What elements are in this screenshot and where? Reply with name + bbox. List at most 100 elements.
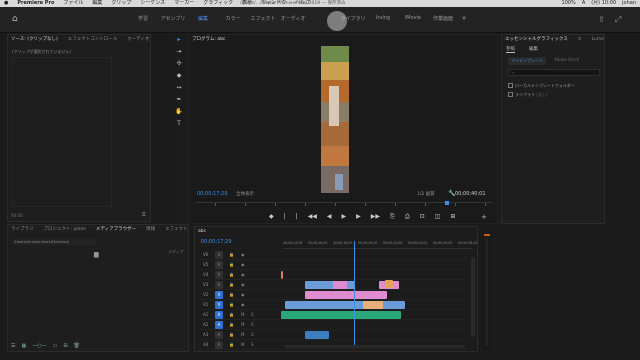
new-item-icon[interactable]: ⊞ xyxy=(63,343,67,349)
media-path-field[interactable]: /Users/shutterstock/Desktop/ xyxy=(12,239,96,245)
track-v4[interactable]: V4 V 🔒 ◉ xyxy=(199,271,467,280)
solo-icon[interactable]: S xyxy=(251,322,254,327)
playback-quality-select[interactable]: 1/2 画質 xyxy=(417,191,435,197)
clip[interactable] xyxy=(281,271,283,279)
local-templates-row[interactable]: ローカルテンプレートフォルダー xyxy=(508,83,575,89)
libraries-checkbox[interactable] xyxy=(508,92,513,97)
timeline-horizontal-scrollbar[interactable] xyxy=(285,345,465,348)
eye-icon[interactable]: ◉ xyxy=(241,252,245,257)
track-target[interactable]: A xyxy=(215,331,223,339)
menu-sequence[interactable]: シーケンス xyxy=(140,0,165,7)
track-a2[interactable]: A2 A 🔒 M S xyxy=(199,321,467,330)
tab-effects[interactable]: エフェクト xyxy=(165,225,188,235)
clip[interactable] xyxy=(285,301,405,309)
tab-essential-graphics[interactable]: エッセンシャルグラフィックス xyxy=(505,35,568,45)
lock-icon[interactable]: 🔒 xyxy=(229,332,234,337)
icon-view-icon[interactable]: ▦ xyxy=(21,343,26,349)
libraries-row[interactable]: ライブラリ (なし) xyxy=(508,92,547,98)
folder-icon[interactable]: ▆ xyxy=(94,251,99,258)
lock-icon[interactable]: 🔒 xyxy=(229,292,234,297)
timeline-vertical-scrollbar[interactable] xyxy=(471,257,475,337)
track-target[interactable]: V xyxy=(215,261,223,269)
go-to-out-icon[interactable]: ▶▶ xyxy=(371,213,380,221)
track-target[interactable]: V xyxy=(215,281,223,289)
razor-tool-icon[interactable]: ◆ xyxy=(172,70,186,82)
zoom-fit-select[interactable]: 全体表示 xyxy=(236,191,254,197)
tab-project[interactable]: プロジェクト: johan xyxy=(44,225,86,235)
menu-file[interactable]: ファイル xyxy=(63,0,83,7)
step-forward-icon[interactable]: ▶ xyxy=(356,213,361,221)
lift-icon[interactable]: ⎘ xyxy=(390,213,395,221)
solo-icon[interactable]: S xyxy=(251,342,254,347)
add-marker-icon[interactable]: ◆ xyxy=(269,213,274,221)
clip[interactable] xyxy=(305,331,329,339)
tab-program[interactable]: プログラム: abc xyxy=(192,35,225,45)
track-target[interactable]: A xyxy=(215,311,223,319)
tab-audio-mixer[interactable]: オーディオクリップミキサー: johan xyxy=(127,35,150,45)
new-bin-icon[interactable]: ▭ xyxy=(53,343,58,349)
pen-tool-icon[interactable]: ✒ xyxy=(172,94,186,106)
user-name[interactable]: johan xyxy=(622,0,636,7)
app-menu[interactable]: Premiere Pro xyxy=(17,0,54,7)
ripple-edit-tool-icon[interactable]: ✣ xyxy=(172,58,186,70)
panel-menu-icon[interactable]: ≡ xyxy=(578,35,582,45)
select-tool-icon[interactable]: ▸ xyxy=(172,34,186,46)
local-templates-checkbox[interactable] xyxy=(508,83,513,88)
mute-icon[interactable]: M xyxy=(241,322,244,327)
track-v6[interactable]: V6 V 🔒 ◉ xyxy=(199,251,467,260)
go-to-in-icon[interactable]: ◀◀ xyxy=(308,213,317,221)
input-status[interactable]: A xyxy=(582,0,585,7)
lock-icon[interactable]: 🔒 xyxy=(229,252,234,257)
hand-tool-icon[interactable]: ✋ xyxy=(172,106,186,118)
tab-libraries[interactable]: ライブラリ xyxy=(11,225,34,235)
workspace-tab-color[interactable]: カラー xyxy=(218,15,248,22)
workspace-tab-effects[interactable]: エフェクト xyxy=(248,15,278,22)
my-templates-button[interactable]: マイテンプレート xyxy=(508,57,546,65)
program-playhead[interactable] xyxy=(445,201,449,205)
libraries-value[interactable]: (なし) xyxy=(536,92,547,97)
home-icon[interactable]: ⌂ xyxy=(12,15,22,24)
menu-edit[interactable]: 編集 xyxy=(92,0,102,7)
workspace-tab-learn[interactable]: 学習 xyxy=(128,15,158,22)
clip[interactable] xyxy=(333,281,347,289)
mute-icon[interactable]: M xyxy=(241,312,244,317)
clip[interactable] xyxy=(363,301,383,309)
adobe-stock-button[interactable]: Adobe Stock xyxy=(554,57,579,62)
slip-tool-icon[interactable]: ↔ xyxy=(172,82,186,94)
apple-icon[interactable]: ● xyxy=(4,0,8,7)
lock-icon[interactable]: 🔒 xyxy=(229,342,234,347)
more-workspaces-icon[interactable]: » xyxy=(462,14,466,22)
workspace-tab-custom[interactable]: 作業画面 xyxy=(428,15,458,22)
eye-icon[interactable]: ◉ xyxy=(241,272,245,277)
tab-effect-controls[interactable]: エフェクトコントロール xyxy=(68,35,118,45)
timeline-playhead[interactable] xyxy=(354,241,355,347)
track-target[interactable]: V xyxy=(215,301,223,309)
workspace-tab-assembly[interactable]: アセンブリ xyxy=(158,15,188,22)
clip[interactable] xyxy=(281,311,401,319)
track-target[interactable]: V xyxy=(215,251,223,259)
mute-icon[interactable]: M xyxy=(241,332,244,337)
tab-info[interactable]: 情報 xyxy=(146,225,155,235)
export-frame-icon[interactable]: ⊡ xyxy=(420,213,425,221)
clip[interactable] xyxy=(305,291,387,299)
lock-icon[interactable]: 🔒 xyxy=(229,262,234,267)
track-target[interactable]: V xyxy=(215,271,223,279)
timeline-ruler[interactable]: 00;00;14;00 00;00;16;00 00;00;18;00 00;0… xyxy=(283,241,477,249)
track-target[interactable]: V xyxy=(215,291,223,299)
eye-icon[interactable]: ◉ xyxy=(241,292,245,297)
zoom-slider-icon[interactable]: —○— xyxy=(32,343,46,349)
mute-icon[interactable]: M xyxy=(241,342,244,347)
mark-out-icon[interactable]: | xyxy=(296,213,298,221)
mark-in-icon[interactable]: | xyxy=(284,213,286,221)
lock-icon[interactable]: 🔒 xyxy=(229,272,234,277)
tab-edit[interactable]: 編集 xyxy=(529,46,538,53)
tab-media-browser[interactable]: メディアブラウザー xyxy=(96,225,136,235)
lock-icon[interactable]: 🔒 xyxy=(229,282,234,287)
tab-browse[interactable]: 参照 xyxy=(506,46,515,53)
eye-icon[interactable]: ◉ xyxy=(241,262,245,267)
template-search-input[interactable]: ⌕ xyxy=(508,69,600,76)
workspace-tab-audio[interactable]: オーディオ xyxy=(278,15,308,22)
vr-view-icon[interactable]: ⊞ xyxy=(450,213,455,221)
menu-graphics[interactable]: グラフィック xyxy=(203,0,233,7)
track-a3[interactable]: A3 A 🔒 M S xyxy=(199,331,467,340)
